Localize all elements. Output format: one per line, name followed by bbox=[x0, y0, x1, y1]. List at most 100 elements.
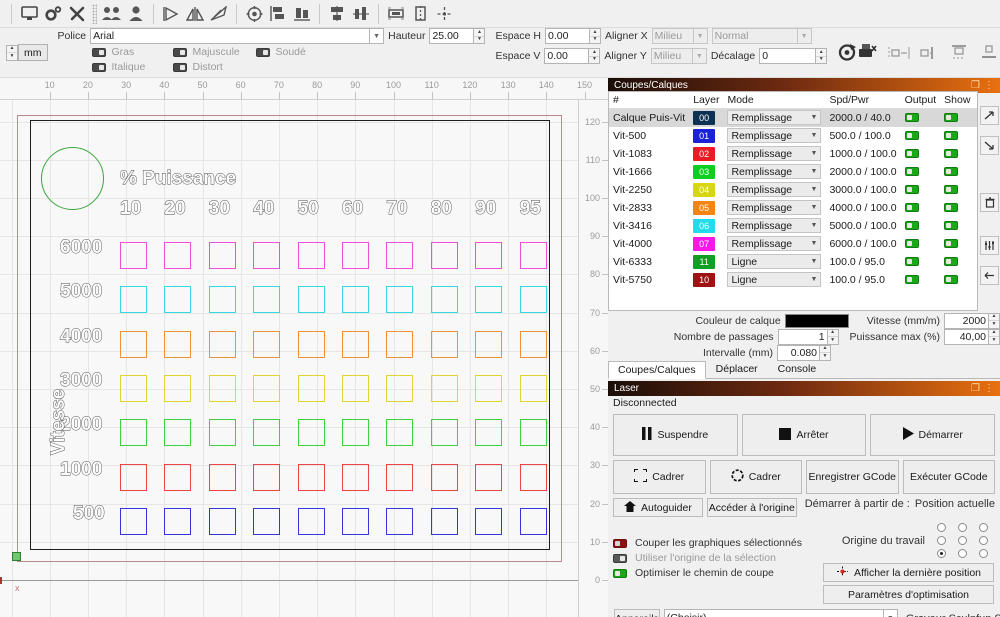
test-square[interactable] bbox=[297, 463, 325, 491]
layer-show-toggle[interactable] bbox=[940, 253, 974, 271]
test-square[interactable] bbox=[164, 242, 192, 269]
layer-output-toggle[interactable] bbox=[901, 253, 941, 271]
test-square[interactable] bbox=[475, 374, 503, 402]
test-square[interactable] bbox=[386, 374, 414, 402]
chevron-down-icon[interactable]: ▼ bbox=[811, 168, 821, 175]
layer-output-toggle[interactable] bbox=[900, 108, 941, 127]
test-square[interactable] bbox=[208, 242, 236, 269]
chevron-down-icon[interactable]: ▼ bbox=[811, 114, 821, 121]
test-square[interactable] bbox=[475, 286, 503, 314]
test-square[interactable] bbox=[475, 242, 503, 269]
test-square[interactable] bbox=[297, 330, 325, 358]
test-square[interactable] bbox=[253, 330, 281, 358]
layer-index[interactable]: 06 bbox=[689, 217, 723, 235]
layer-air-toggle[interactable] bbox=[974, 145, 977, 163]
test-square[interactable] bbox=[386, 507, 414, 535]
job-origin-radio[interactable] bbox=[937, 536, 946, 545]
power-input[interactable]: 40,00 bbox=[944, 328, 988, 345]
layers-table-container[interactable]: #LayerModeSpd/PwrOutputShowAir Calque Pu… bbox=[608, 91, 978, 311]
frame-round-button[interactable]: Cadrer bbox=[709, 460, 802, 494]
italic-toggle[interactable]: Italique bbox=[91, 61, 172, 73]
test-square[interactable] bbox=[519, 330, 547, 358]
tab-console[interactable]: Console bbox=[768, 360, 827, 378]
layer-air-toggle[interactable] bbox=[974, 127, 977, 145]
gear-settings-icon[interactable] bbox=[41, 3, 65, 25]
test-square[interactable] bbox=[164, 286, 192, 314]
test-square[interactable] bbox=[120, 374, 147, 402]
table-row[interactable]: Vit-2833 05 Remplissage ▼ 4000.0 / 100.0 bbox=[609, 199, 977, 217]
layer-output-toggle[interactable] bbox=[901, 163, 941, 181]
test-square[interactable] bbox=[297, 507, 325, 535]
pause-button[interactable]: Suspendre bbox=[613, 414, 738, 456]
test-square[interactable] bbox=[475, 463, 503, 491]
layer-show-toggle[interactable] bbox=[940, 127, 974, 145]
table-row[interactable]: Vit-1083 02 Remplissage ▼ 1000.0 / 100.0 bbox=[609, 145, 977, 163]
test-square[interactable] bbox=[342, 242, 369, 269]
table-row[interactable]: Vit-5750 10 Ligne ▼ 100.0 / 95.0 bbox=[609, 271, 977, 289]
layer-air-toggle[interactable] bbox=[974, 181, 977, 199]
layer-mode[interactable]: Remplissage ▼ bbox=[723, 181, 825, 199]
chevron-down-icon[interactable]: ▼ bbox=[811, 276, 821, 283]
optimization-settings-button[interactable]: Paramètres d'optimisation bbox=[823, 585, 994, 604]
interval-input[interactable]: 0.080 bbox=[777, 344, 819, 361]
test-square[interactable] bbox=[430, 286, 458, 314]
job-origin-radio[interactable] bbox=[937, 549, 946, 558]
offset-input[interactable]: 0 bbox=[759, 48, 816, 64]
test-square[interactable] bbox=[164, 374, 192, 402]
device-select[interactable]: (Choisir) bbox=[663, 609, 884, 617]
speed-input[interactable]: 2000 bbox=[944, 312, 988, 329]
print-cut-icon[interactable] bbox=[857, 42, 877, 64]
layer-index[interactable]: 01 bbox=[689, 127, 723, 145]
layer-index[interactable]: 03 bbox=[689, 163, 723, 181]
space-v-stepper[interactable]: 0.00 ▲ ▼ bbox=[544, 48, 601, 64]
home-button[interactable]: Autoguider bbox=[613, 498, 703, 517]
interval-stepper[interactable]: 0.080 ▲ ▼ bbox=[777, 344, 831, 361]
space-h-input[interactable]: 0.00 bbox=[545, 28, 589, 44]
chevron-down-icon[interactable]: ▼ bbox=[811, 240, 821, 247]
test-square[interactable] bbox=[386, 242, 414, 269]
layers-column-header[interactable]: Air bbox=[974, 92, 977, 109]
chevron-down-icon[interactable]: ▼ bbox=[811, 150, 821, 157]
test-square[interactable] bbox=[208, 374, 236, 402]
move-down-icon[interactable] bbox=[980, 136, 999, 155]
green-circle-shape[interactable] bbox=[41, 147, 104, 210]
layer-mode[interactable]: Remplissage ▼ bbox=[723, 145, 825, 163]
origin-handle[interactable] bbox=[12, 552, 21, 561]
layer-mode[interactable]: Ligne ▼ bbox=[723, 271, 825, 289]
test-square[interactable] bbox=[430, 419, 458, 447]
layer-output-toggle[interactable] bbox=[901, 199, 941, 217]
layer-air-toggle[interactable] bbox=[974, 108, 977, 127]
test-square[interactable] bbox=[120, 419, 147, 447]
show-last-position-button[interactable]: Afficher la dernière position bbox=[823, 563, 994, 582]
power-stepper[interactable]: 40,00 ▲ ▼ bbox=[944, 328, 1000, 345]
frame-square-button[interactable]: Cadrer bbox=[613, 460, 706, 494]
test-square[interactable] bbox=[253, 507, 281, 535]
test-square[interactable] bbox=[120, 330, 147, 358]
tab-d-placer[interactable]: Déplacer bbox=[706, 360, 768, 378]
job-origin-radio-grid[interactable] bbox=[931, 521, 994, 560]
layer-mode[interactable]: Remplissage ▼ bbox=[723, 199, 825, 217]
link-icon[interactable] bbox=[980, 266, 999, 285]
rotate-shape-icon[interactable] bbox=[207, 3, 231, 25]
job-origin-radio[interactable] bbox=[937, 523, 946, 532]
test-square[interactable] bbox=[208, 419, 236, 447]
test-square[interactable] bbox=[519, 463, 547, 491]
layer-air-toggle[interactable] bbox=[974, 199, 977, 217]
test-square[interactable] bbox=[430, 463, 458, 491]
table-row[interactable]: Calque Puis-Vit 00 Remplissage ▼ 2000.0 / 40… bbox=[609, 108, 977, 127]
test-square[interactable] bbox=[519, 374, 547, 402]
float-panel-icon[interactable]: ❐ bbox=[971, 383, 980, 394]
job-origin-radio[interactable] bbox=[979, 536, 988, 545]
test-square[interactable] bbox=[475, 419, 503, 447]
test-square[interactable] bbox=[164, 330, 192, 358]
test-square[interactable] bbox=[253, 419, 281, 447]
test-square[interactable] bbox=[386, 330, 414, 358]
test-square[interactable] bbox=[342, 507, 369, 535]
test-square[interactable] bbox=[342, 374, 369, 402]
layer-air-toggle[interactable] bbox=[974, 217, 977, 235]
table-row[interactable]: Vit-500 01 Remplissage ▼ 500.0 / 100.0 bbox=[609, 127, 977, 145]
ungroup-objects-icon[interactable] bbox=[408, 3, 432, 25]
stop-button[interactable]: Arrêter bbox=[741, 414, 867, 456]
align-middle-group-icon[interactable] bbox=[290, 3, 314, 25]
move-up-icon[interactable] bbox=[980, 106, 999, 125]
